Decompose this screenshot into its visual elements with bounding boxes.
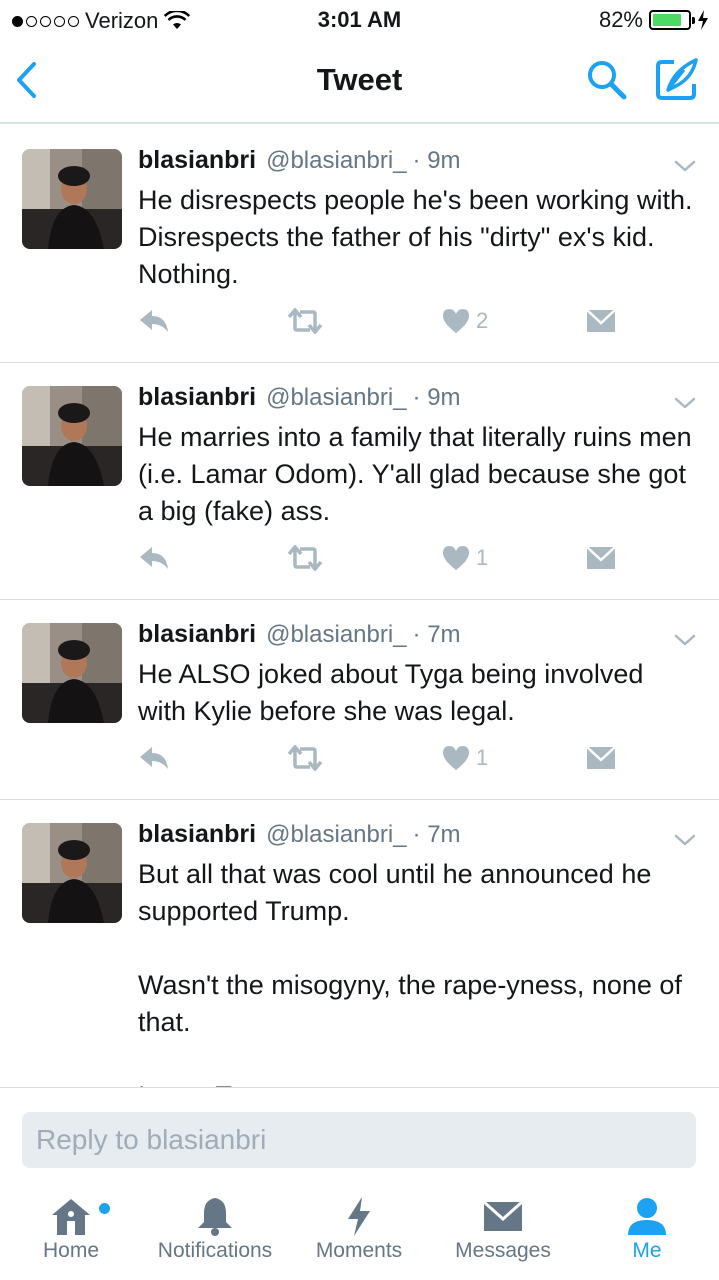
reply-input[interactable] (22, 1112, 696, 1168)
tweet-actions: 1 (138, 527, 697, 599)
reply-icon[interactable] (138, 742, 170, 774)
direct-message-icon[interactable] (586, 542, 616, 574)
like-button[interactable]: 1 (442, 542, 488, 574)
tab-me[interactable]: Me (582, 1195, 712, 1275)
tweet[interactable]: blasianbri @blasianbri_ · 9m He disrespe… (0, 126, 719, 363)
heart-icon (443, 746, 469, 770)
tweet-actions: 1 (138, 727, 697, 799)
status-bar: Verizon 3:01 AM 82% (0, 0, 719, 40)
retweet-icon[interactable] (286, 305, 324, 337)
heart-icon (443, 546, 469, 570)
tweet[interactable]: blasianbri @blasianbri_ · 7m He ALSO jok… (0, 600, 719, 800)
person-icon (628, 1198, 666, 1235)
tab-label: Moments (315, 1239, 403, 1262)
tweet-timestamp: · 7m (412, 621, 461, 648)
retweet-icon[interactable] (286, 542, 324, 574)
tab-messages[interactable]: Messages (438, 1195, 568, 1275)
avatar[interactable] (22, 823, 122, 923)
avatar[interactable] (22, 149, 122, 249)
author-name[interactable]: blasianbri (138, 146, 256, 175)
direct-message-icon[interactable] (586, 742, 616, 774)
tab-notifications[interactable]: Notifications (150, 1195, 280, 1275)
tab-bar: Home Notifications Moments Messages Me (0, 1185, 719, 1280)
like-count: 2 (476, 308, 489, 333)
tab-label: Messages (455, 1239, 551, 1262)
tab-home[interactable]: Home (6, 1195, 136, 1275)
navigation-bar: Tweet (0, 40, 719, 124)
tweet-actions: 2 (138, 290, 697, 362)
home-icon (52, 1199, 90, 1235)
tweet[interactable]: blasianbri @blasianbri_ · 7m But all tha… (0, 800, 719, 1087)
like-button[interactable]: 2 (442, 305, 488, 337)
tweet-timestamp: · 9m (412, 384, 461, 411)
author-name[interactable]: blasianbri (138, 383, 256, 412)
chevron-down-icon[interactable] (673, 154, 697, 178)
direct-message-icon[interactable] (586, 305, 616, 337)
author-handle: @blasianbri_ (266, 384, 407, 411)
battery-percent: 82% (598, 7, 643, 32)
tweet-text: He disrespects people he's been working … (138, 185, 700, 289)
reply-bar (0, 1087, 719, 1185)
chevron-down-icon[interactable] (673, 828, 697, 852)
lightning-icon (348, 1197, 370, 1236)
tab-label: Notifications (157, 1239, 273, 1262)
author-handle: @blasianbri_ (266, 147, 407, 174)
tweet-timestamp: · 9m (412, 147, 461, 174)
battery-icon (649, 10, 695, 30)
chevron-down-icon[interactable] (673, 391, 697, 415)
author-name[interactable]: blasianbri (138, 620, 256, 649)
new-tweets-indicator (99, 1203, 110, 1214)
chevron-down-icon[interactable] (673, 628, 697, 652)
avatar[interactable] (22, 623, 122, 723)
reply-icon[interactable] (138, 542, 170, 574)
tab-label: Me (632, 1239, 662, 1262)
retweet-icon[interactable] (286, 742, 324, 774)
like-button[interactable]: 1 (442, 742, 488, 774)
tweet-text: But all that was cool until he announced… (138, 859, 682, 1087)
charging-bolt-icon (698, 10, 708, 30)
tweet-thread: blasianbri @blasianbri_ · 9m He disrespe… (0, 126, 719, 1087)
heart-icon (443, 309, 469, 333)
tweet-text: He ALSO joked about Tyga being involved … (138, 659, 651, 726)
author-handle: @blasianbri_ (266, 621, 407, 648)
tab-label: Home (42, 1239, 100, 1262)
search-icon[interactable] (585, 58, 629, 102)
author-handle: @blasianbri_ (266, 821, 407, 848)
tweet[interactable]: blasianbri @blasianbri_ · 9m He marries … (0, 363, 719, 600)
like-count: 1 (476, 745, 489, 770)
reply-icon[interactable] (138, 305, 170, 337)
author-name[interactable]: blasianbri (138, 820, 256, 849)
tweet-timestamp: · 7m (412, 821, 461, 848)
envelope-icon (482, 1200, 524, 1231)
tab-moments[interactable]: Moments (294, 1195, 424, 1275)
compose-icon[interactable] (654, 56, 700, 102)
like-count: 1 (476, 545, 489, 570)
tweet-text: He marries into a family that literally … (138, 422, 700, 526)
bell-icon (198, 1198, 232, 1236)
avatar[interactable] (22, 386, 122, 486)
